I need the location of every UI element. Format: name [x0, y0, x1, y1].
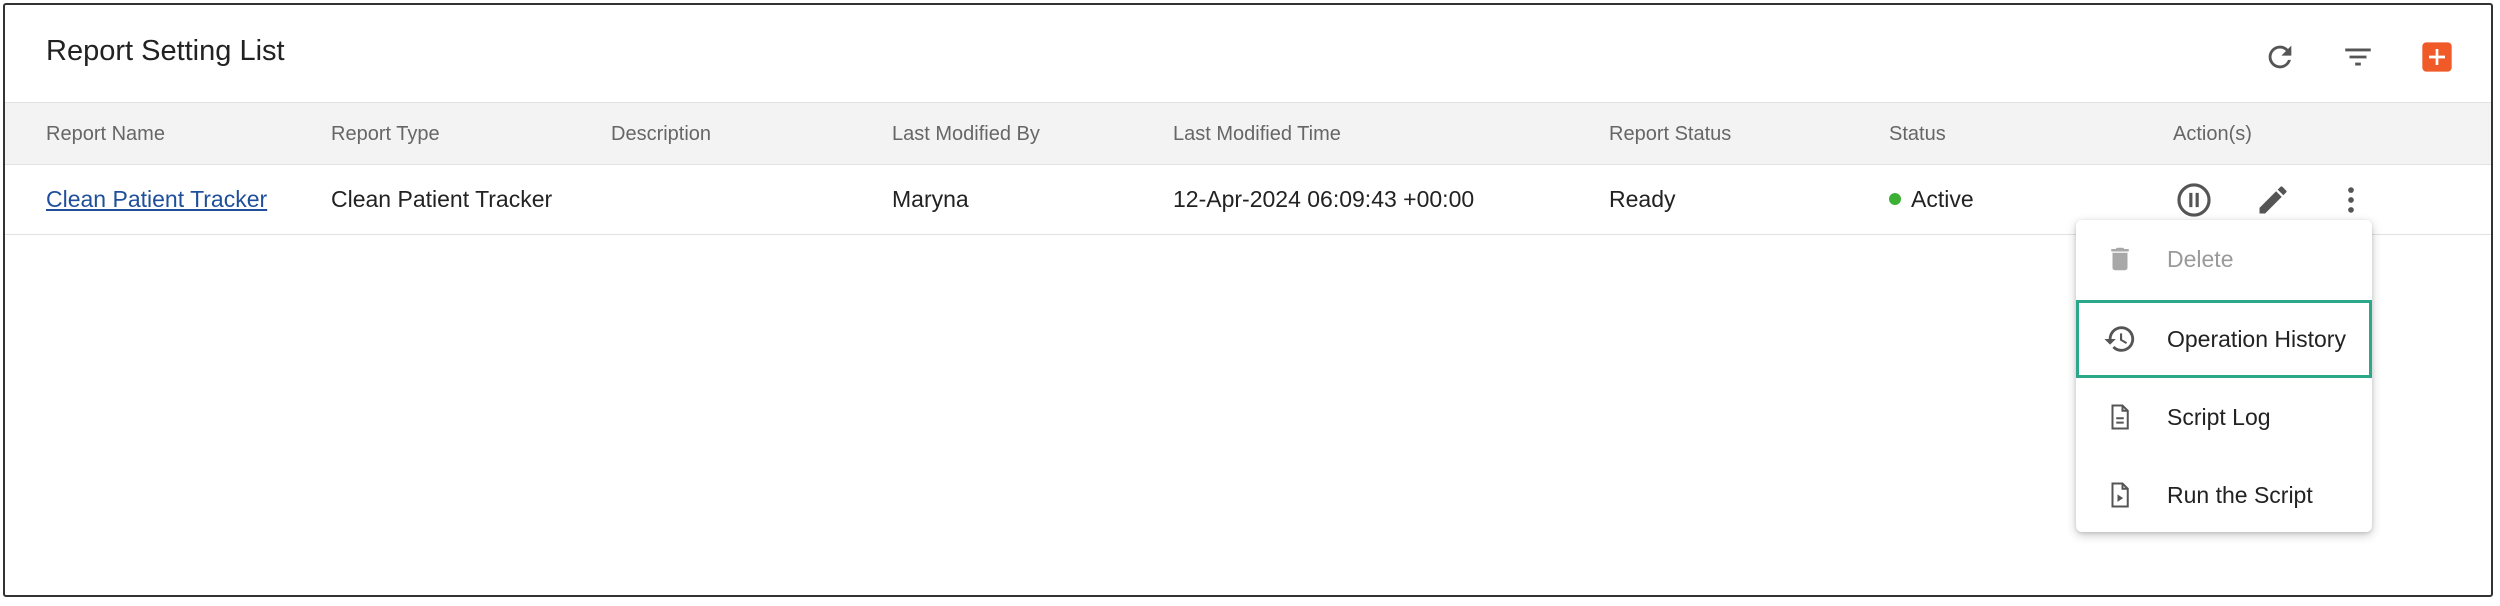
filter-icon[interactable]: [2336, 35, 2380, 79]
menu-item-delete[interactable]: Delete: [2076, 220, 2372, 298]
pause-icon[interactable]: [2171, 177, 2217, 223]
status-label: Active: [1911, 186, 1974, 212]
refresh-icon[interactable]: [2258, 35, 2302, 79]
more-vertical-icon[interactable]: [2328, 177, 2374, 223]
menu-item-run-the-script[interactable]: Run the Script: [2076, 456, 2372, 534]
column-header-report-type[interactable]: Report Type: [331, 123, 440, 146]
history-icon: [2102, 321, 2138, 357]
column-header-description[interactable]: Description: [611, 123, 711, 146]
column-header-status[interactable]: Status: [1889, 123, 1946, 146]
menu-item-label: Run the Script: [2167, 481, 2313, 508]
last-modified-by-cell: Maryna: [892, 186, 969, 212]
menu-item-label: Operation History: [2167, 325, 2346, 352]
page-title: Report Setting List: [46, 35, 285, 67]
last-modified-time-cell: 12-Apr-2024 06:09:43 +00:00: [1173, 186, 1475, 212]
column-header-report-status[interactable]: Report Status: [1609, 123, 1731, 146]
menu-item-label: Delete: [2167, 245, 2234, 272]
column-header-last-modified-time[interactable]: Last Modified Time: [1173, 123, 1341, 146]
table-header: Report Name Report Type Description Last…: [5, 102, 2491, 165]
document-icon: [2102, 399, 2138, 435]
menu-item-operation-history[interactable]: Operation History: [2076, 300, 2372, 378]
report-name-link[interactable]: Clean Patient Tracker: [46, 186, 267, 213]
status-dot-icon: [1889, 192, 1901, 205]
menu-item-script-log[interactable]: Script Log: [2076, 378, 2372, 456]
report-setting-panel: Report Setting List Report Name Report T…: [3, 3, 2493, 597]
run-file-icon: [2102, 477, 2138, 513]
add-icon[interactable]: [2415, 35, 2459, 79]
edit-icon[interactable]: [2250, 177, 2296, 223]
row-actions-menu: Delete Operation History Script Log Run …: [2076, 220, 2372, 532]
column-header-report-name[interactable]: Report Name: [46, 123, 165, 146]
report-status-cell: Ready: [1609, 186, 1676, 212]
panel-header: Report Setting List: [5, 5, 2491, 102]
report-type-cell: Clean Patient Tracker: [331, 186, 553, 212]
status-cell: Active: [1889, 186, 1974, 213]
trash-icon: [2102, 241, 2138, 277]
menu-item-label: Script Log: [2167, 403, 2271, 430]
column-header-last-modified-by[interactable]: Last Modified By: [892, 123, 1040, 146]
column-header-actions: Action(s): [2173, 123, 2252, 145]
